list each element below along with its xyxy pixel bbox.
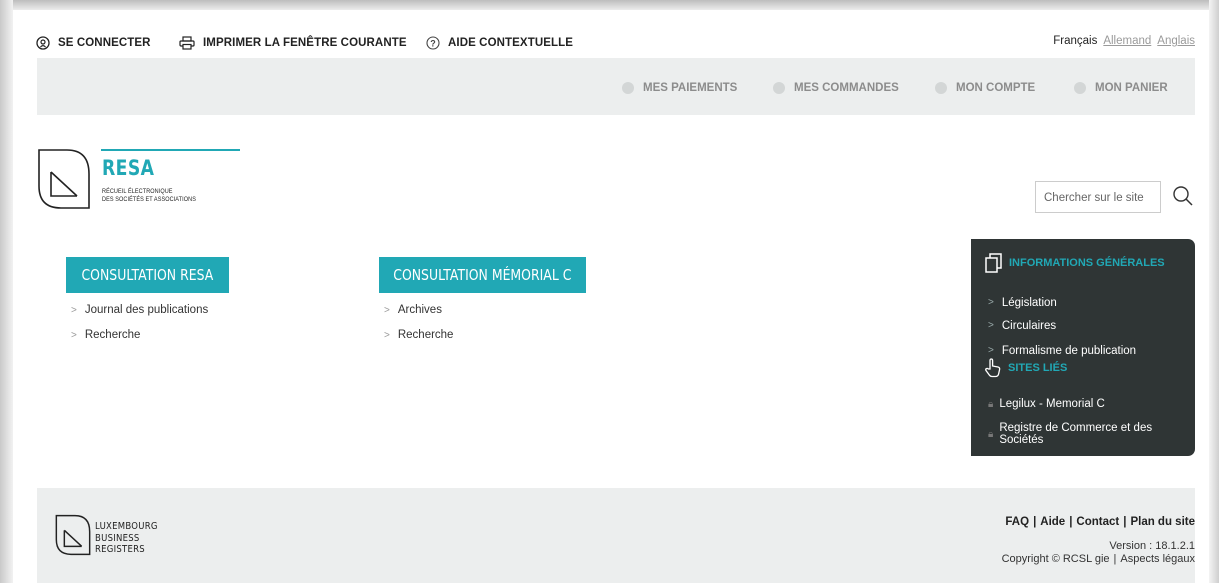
link-legislation[interactable]: > Législation: [988, 297, 1057, 309]
link-legislation-label: Législation: [1001, 297, 1057, 309]
consultation-resa-button[interactable]: CONSULTATION RESA: [66, 257, 229, 293]
help-label: AIDE CONTEXTUELLE: [448, 37, 574, 49]
login-label: SE CONNECTER: [58, 37, 151, 49]
related-sites-heading: SITES LIÉS: [984, 358, 1067, 378]
nav-my-orders-label: MES COMMANDES: [794, 82, 899, 94]
link-legilux[interactable]: 🔒︎ Legilux - Memorial C: [988, 398, 1105, 411]
info-dot-icon: [1074, 82, 1086, 94]
related-sites-heading-label: SITES LIÉS: [1008, 362, 1068, 374]
top-utility-bar: SE CONNECTER IMPRIMER LA FENÊTRE COURANT…: [13, 10, 1209, 58]
nav-my-orders[interactable]: MES COMMANDES: [773, 82, 899, 94]
printer-icon: [179, 36, 195, 50]
documents-icon: [985, 253, 1002, 273]
print-link[interactable]: IMPRIMER LA FENÊTRE COURANTE: [179, 36, 407, 50]
link-circulars-label: Circulaires: [1001, 320, 1057, 332]
chevron-right-icon: >: [988, 320, 994, 331]
lbr-logo-icon[interactable]: [55, 512, 91, 558]
footer-separator: |: [1113, 553, 1117, 565]
resa-title: RESA: [102, 156, 155, 180]
info-dot-icon: [773, 82, 785, 94]
resa-subtitle: Récueil électronique des sociétés et ass…: [102, 188, 196, 204]
footer-separator: |: [1069, 516, 1073, 528]
info-dot-icon: [935, 82, 947, 94]
print-label: IMPRIMER LA FENÊTRE COURANTE: [203, 37, 407, 49]
resa-subtitle-line2: des sociétés et associations: [102, 196, 196, 203]
link-publication-formalism-label: Formalisme de publication: [1001, 345, 1137, 357]
language-switcher: Français Allemand Anglais: [1053, 35, 1195, 47]
user-nav-band: MES PAIEMENTS MES COMMANDES MON COMPTE M…: [37, 58, 1195, 115]
nav-my-account[interactable]: MON COMPTE: [935, 82, 1035, 94]
chevron-right-icon: >: [71, 304, 77, 316]
link-resa-search[interactable]: > Recherche: [71, 329, 140, 341]
nav-my-cart-label: MON PANIER: [1095, 82, 1168, 94]
link-publication-journal[interactable]: > Journal des publications: [71, 304, 208, 316]
link-rcs-label: Registre de Commerce et des Sociétés: [999, 422, 1153, 446]
legal-link[interactable]: Aspects légaux: [1120, 553, 1195, 565]
lbr-logo-line2: Business: [95, 532, 140, 544]
footer-help-link[interactable]: Aide: [1040, 516, 1065, 528]
nav-my-cart[interactable]: MON PANIER: [1074, 82, 1168, 94]
lbr-logo-line1: Luxembourg: [95, 521, 158, 532]
user-circle-icon: [36, 36, 50, 50]
svg-text:?: ?: [430, 38, 436, 48]
consultation-memorial-label: CONSULTATION MÉMORIAL C: [393, 266, 572, 284]
footer: Luxembourg Business Registers FAQ | Aide…: [37, 488, 1195, 583]
chevron-right-icon: >: [988, 345, 994, 356]
general-info-panel: INFORMATIONS GÉNÉRALES > Législation > C…: [971, 239, 1195, 456]
search-input[interactable]: Chercher sur le site: [1035, 181, 1161, 213]
nav-my-payments-label: MES PAIEMENTS: [643, 82, 738, 94]
logo-accent-line: [101, 149, 240, 151]
chevron-right-icon: >: [384, 304, 390, 316]
chevron-right-icon: >: [71, 329, 77, 341]
login-link[interactable]: SE CONNECTER: [36, 36, 151, 50]
link-publication-formalism[interactable]: > Formalisme de publication: [988, 345, 1136, 357]
lang-french[interactable]: Français: [1053, 35, 1097, 47]
link-archives-label: Archives: [397, 304, 442, 316]
general-info-heading-label: INFORMATIONS GÉNÉRALES: [1009, 257, 1165, 269]
link-publication-journal-label: Journal des publications: [84, 304, 209, 316]
lbr-logo-text: Luxembourg Business Registers: [95, 521, 158, 556]
general-info-heading: INFORMATIONS GÉNÉRALES: [985, 253, 1165, 273]
footer-separator: |: [1123, 516, 1127, 528]
link-memorial-search[interactable]: > Recherche: [384, 329, 453, 341]
consultation-memorial-button[interactable]: CONSULTATION MÉMORIAL C: [379, 257, 586, 293]
link-circulars[interactable]: > Circulaires: [988, 320, 1056, 332]
window-frame-left: [0, 0, 13, 583]
resa-subtitle-line1: Récueil électronique: [102, 188, 173, 195]
help-link[interactable]: ? AIDE CONTEXTUELLE: [426, 36, 573, 50]
window-frame-right: [1209, 0, 1219, 583]
footer-faq-link[interactable]: FAQ: [1005, 516, 1029, 528]
copyright-line: Copyright © RCSL gie | Aspects légaux: [1002, 553, 1195, 565]
search-icon[interactable]: [1172, 185, 1194, 207]
lock-icon: 🔒︎: [988, 429, 994, 440]
info-dot-icon: [622, 82, 634, 94]
nav-my-account-label: MON COMPTE: [956, 82, 1036, 94]
lock-icon: 🔒︎: [988, 399, 994, 410]
window-frame-top: [0, 0, 1219, 10]
chevron-right-icon: >: [988, 297, 994, 308]
footer-links: FAQ | Aide | Contact | Plan du site: [1005, 516, 1195, 528]
nav-my-payments[interactable]: MES PAIEMENTS: [622, 82, 737, 94]
resa-logo-icon[interactable]: [37, 148, 91, 210]
chevron-right-icon: >: [384, 329, 390, 341]
page: SE CONNECTER IMPRIMER LA FENÊTRE COURANT…: [13, 10, 1209, 583]
lang-german[interactable]: Allemand: [1103, 35, 1151, 47]
help-circle-icon: ?: [426, 36, 440, 50]
footer-contact-link[interactable]: Contact: [1076, 516, 1119, 528]
footer-sitemap-link[interactable]: Plan du site: [1130, 516, 1195, 528]
link-resa-search-label: Recherche: [84, 329, 141, 341]
link-legilux-label: Legilux - Memorial C: [999, 398, 1105, 410]
lang-english[interactable]: Anglais: [1157, 35, 1195, 47]
consultation-resa-label: CONSULTATION RESA: [81, 266, 214, 284]
version-text: Version : 18.1.2.1: [1109, 540, 1195, 552]
copyright-text: Copyright © RCSL gie: [1001, 553, 1110, 565]
link-archives[interactable]: > Archives: [384, 304, 442, 316]
pointer-hand-icon: [985, 358, 1001, 378]
link-memorial-search-label: Recherche: [397, 329, 454, 341]
footer-separator: |: [1033, 516, 1037, 528]
lbr-logo-line3: Registers: [95, 544, 145, 555]
link-rcs[interactable]: 🔒︎ Registre de Commerce et des Sociétés: [988, 422, 1178, 446]
